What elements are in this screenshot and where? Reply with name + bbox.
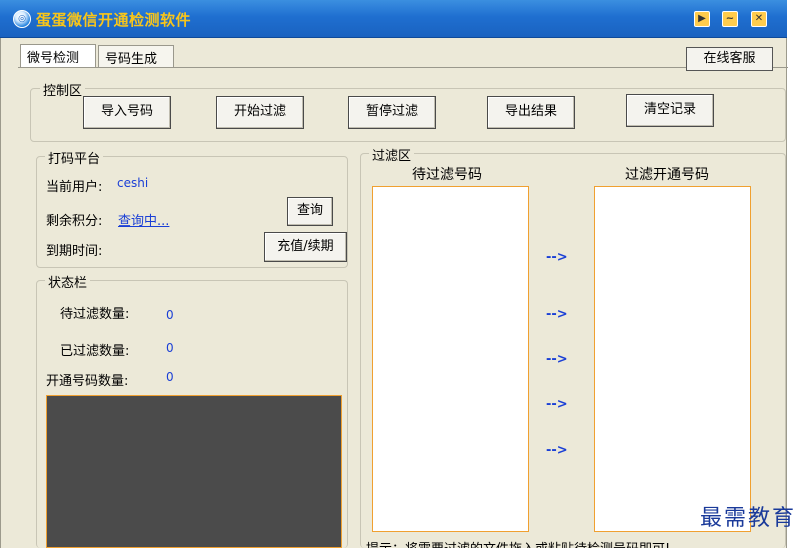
current-user-value: ceshi: [117, 176, 149, 190]
pending-numbers-header: 待过滤号码: [412, 167, 482, 183]
opened-numbers-header: 过滤开通号码: [625, 167, 709, 183]
filter-tip: 提示：将需要过滤的文件拖入或粘贴待检测号码即可!: [366, 538, 786, 548]
pending-numbers-list[interactable]: [372, 186, 529, 532]
expiry-label: 到期时间:: [46, 244, 103, 259]
arrow-indicator: -->: [546, 307, 568, 322]
tab-wechat-detect[interactable]: 微号检测: [20, 44, 96, 68]
pending-count-label: 待过滤数量:: [60, 307, 130, 322]
import-numbers-button[interactable]: 导入号码: [83, 96, 171, 129]
query-button[interactable]: 查询: [287, 197, 333, 226]
arrow-indicator: -->: [546, 250, 568, 265]
online-service-button[interactable]: 在线客服: [686, 47, 773, 71]
opened-count-value: 0: [166, 370, 174, 384]
arrow-indicator: -->: [546, 352, 568, 367]
log-output-box[interactable]: [46, 395, 342, 548]
filtered-count-value: 0: [166, 341, 174, 355]
filtered-count-label: 已过滤数量:: [60, 344, 130, 359]
close-icon[interactable]: ✕: [751, 11, 767, 27]
coding-platform-legend: 打码平台: [45, 148, 104, 167]
filter-legend: 过滤区: [369, 145, 415, 164]
opened-count-label: 开通号码数量:: [46, 374, 129, 389]
tab-divider: [18, 67, 788, 68]
minimize-icon[interactable]: ~: [722, 11, 738, 27]
control-legend: 控制区: [40, 80, 86, 99]
window-title: 蛋蛋微信开通检测软件: [36, 11, 192, 29]
recharge-button[interactable]: 充值/续期: [264, 232, 347, 262]
points-label: 剩余积分:: [46, 214, 103, 229]
current-user-label: 当前用户:: [46, 180, 103, 195]
watermark-text: 最需教育: [699, 506, 796, 531]
arrow-indicator: -->: [546, 443, 568, 458]
tab-number-generate[interactable]: 号码生成: [98, 45, 174, 67]
app-logo-icon: ◎: [13, 10, 31, 28]
arrow-indicator: -->: [546, 397, 568, 412]
opened-numbers-list[interactable]: [594, 186, 751, 532]
points-query-link[interactable]: 查询中...: [118, 210, 169, 229]
clear-records-button[interactable]: 清空记录: [626, 94, 714, 127]
pending-count-value: 0: [166, 308, 174, 322]
export-results-button[interactable]: 导出结果: [487, 96, 575, 129]
status-legend: 状态栏: [45, 272, 91, 291]
pause-filter-button[interactable]: 暂停过滤: [348, 96, 436, 129]
start-filter-button[interactable]: 开始过滤: [216, 96, 304, 129]
skin-icon[interactable]: ▶: [694, 11, 710, 27]
